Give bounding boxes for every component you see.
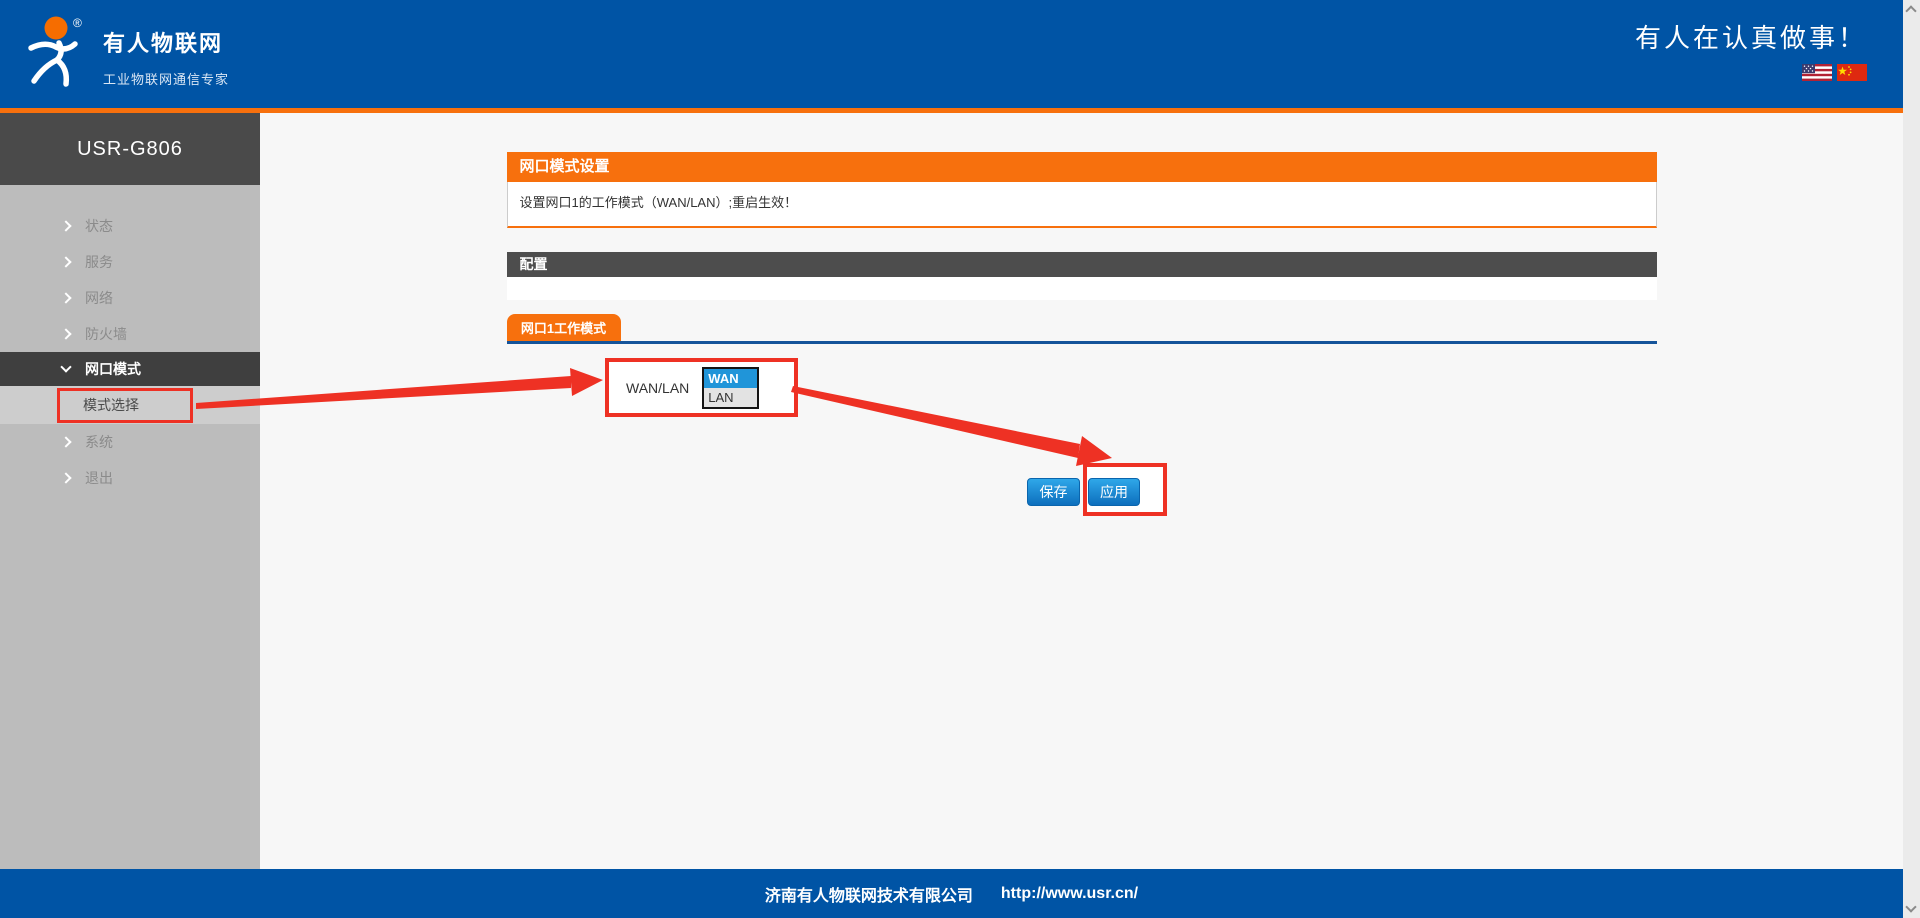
page: ® 有人物联网 工业物联网通信专家 有人在认真做事！ [0, 0, 1920, 918]
chevron-right-icon [60, 256, 71, 267]
footer-company: 济南有人物联网技术有限公司 [765, 882, 973, 906]
cn-flag-icon[interactable] [1837, 64, 1867, 81]
sidebar-item-firewall[interactable]: 防火墙 [0, 316, 260, 352]
sidebar-item-label: 退出 [85, 468, 113, 488]
sidebar-item-label: 网口模式 [85, 359, 141, 379]
option-wan[interactable]: WAN [704, 369, 757, 388]
wan-lan-select[interactable]: WAN LAN [702, 367, 759, 409]
logo-block: ® 有人物联网 工业物联网通信专家 [23, 12, 229, 88]
sidebar-item-label: 状态 [85, 216, 113, 236]
header-slogan: 有人在认真做事！ [1635, 22, 1867, 54]
usr-logo-icon: ® [23, 12, 87, 88]
chevron-down-icon [60, 361, 71, 372]
tab-port1-work-mode[interactable]: 网口1工作模式 [507, 314, 621, 341]
main-content: 网口模式设置 设置网口1的工作模式（WAN/LAN）;重启生效！ 配置 网口1工… [260, 113, 1903, 869]
footer: 济南有人物联网技术有限公司 http://www.usr.cn/ [0, 869, 1903, 918]
sidebar-item-logout[interactable]: 退出 [0, 460, 260, 496]
brand-tagline: 工业物联网通信专家 [103, 69, 229, 88]
config-section-body [507, 277, 1657, 300]
sidebar-item-label: 防火墙 [85, 324, 127, 344]
chevron-right-icon [60, 436, 71, 447]
chevron-right-icon [60, 472, 71, 483]
sidebar: USR-G806 状态 服务 网络 防火墙 网口模式 [0, 113, 260, 869]
registered-mark: ® [73, 16, 82, 30]
sidebar-item-label: 网络 [85, 288, 113, 308]
config-section-header: 配置 [507, 252, 1657, 277]
top-header: ® 有人物联网 工业物联网通信专家 有人在认真做事！ [0, 0, 1903, 108]
scroll-down-icon[interactable] [1905, 901, 1916, 912]
sidebar-item-network[interactable]: 网络 [0, 280, 260, 316]
sidebar-item-status[interactable]: 状态 [0, 208, 260, 244]
annotation-box-wan-lan: WAN/LAN WAN LAN [605, 358, 798, 417]
page-description: 设置网口1的工作模式（WAN/LAN）;重启生效！ [507, 182, 1657, 228]
annotation-box-mode-select [57, 388, 193, 423]
sidebar-menu: 状态 服务 网络 防火墙 网口模式 模式选择 [0, 185, 260, 496]
chevron-right-icon [60, 292, 71, 303]
scroll-up-icon[interactable] [1905, 5, 1916, 16]
page-scrollbar[interactable] [1903, 0, 1920, 918]
wan-lan-field-label: WAN/LAN [626, 380, 689, 396]
device-title: USR-G806 [77, 138, 183, 161]
apply-button[interactable]: 应用 [1088, 478, 1140, 506]
settings-panel: 网口模式设置 设置网口1的工作模式（WAN/LAN）;重启生效！ 配置 网口1工… [507, 152, 1657, 344]
sidebar-item-label: 服务 [85, 252, 113, 272]
us-flag-icon[interactable] [1802, 64, 1832, 81]
sidebar-item-system[interactable]: 系统 [0, 424, 260, 460]
page-title: 网口模式设置 [507, 152, 1657, 182]
save-button[interactable]: 保存 [1027, 478, 1080, 506]
brand-name: 有人物联网 [103, 26, 229, 58]
sidebar-item-services[interactable]: 服务 [0, 244, 260, 280]
tab-bar: 网口1工作模式 [507, 317, 1657, 344]
chevron-right-icon [60, 328, 71, 339]
chevron-right-icon [60, 220, 71, 231]
footer-url-link[interactable]: http://www.usr.cn/ [1001, 885, 1138, 903]
sidebar-device-header: USR-G806 [0, 113, 260, 185]
sidebar-item-port-mode[interactable]: 网口模式 [0, 352, 260, 386]
sidebar-item-label: 系统 [85, 432, 113, 452]
option-lan[interactable]: LAN [704, 388, 757, 407]
